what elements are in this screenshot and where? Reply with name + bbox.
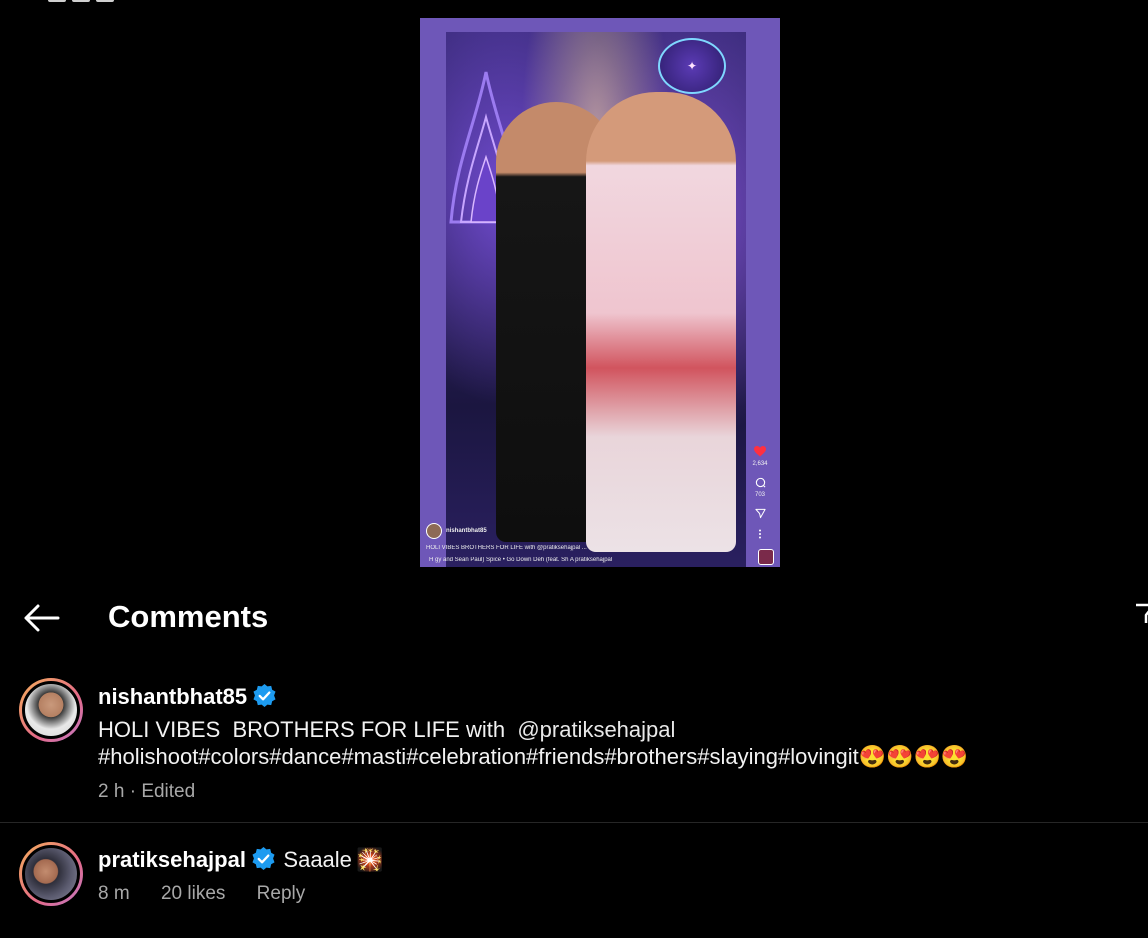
comments-screen: ✦ 2,634 703 nishantbhat85 HOLI VIBES BRO…	[0, 0, 1148, 938]
comment-username[interactable]: nishantbhat85	[98, 684, 247, 709]
mention-link[interactable]: @pratiksehajpal	[517, 717, 675, 742]
reel-author-avatar[interactable]	[426, 523, 442, 539]
page-title: Comments	[108, 599, 269, 634]
comment-time: 2 h	[98, 781, 125, 802]
reel-preview[interactable]: ✦ 2,634 703 nishantbhat85 HOLI VIBES BRO…	[420, 18, 780, 567]
reel-info: nishantbhat85 HOLI VIBES BROTHERS FOR LI…	[426, 523, 706, 563]
reel-actions: 2,634 703	[746, 446, 774, 539]
reel-author-name[interactable]: nishantbhat85	[446, 528, 487, 534]
back-arrow-icon[interactable]	[22, 603, 62, 633]
reel-music[interactable]: H gy and Sean Paul) Spice • Go Down Deh …	[426, 557, 706, 563]
share-icon[interactable]	[754, 508, 766, 519]
audio-thumbnail[interactable]	[758, 549, 774, 565]
comment-emoji: 🎇	[356, 847, 384, 872]
comment-hashtags[interactable]: #holishoot#colors#dance#masti#celebratio…	[98, 744, 859, 769]
avatar-image	[22, 681, 80, 739]
divider	[0, 822, 1148, 823]
reel-caption[interactable]: HOLI VIBES BROTHERS FOR LIFE with @prati…	[426, 545, 706, 551]
heart-icon[interactable]	[754, 446, 766, 457]
verified-badge-icon	[253, 684, 276, 707]
edited-label: Edited	[141, 781, 196, 802]
filter-icon[interactable]	[1134, 603, 1148, 623]
comment-likes[interactable]: 20 likes	[161, 883, 225, 904]
comment-emojis: 😍😍😍😍	[858, 744, 969, 769]
more-options-icon[interactable]	[758, 529, 762, 539]
comment-body: nishantbhat85 HOLI VIBES BROTHERS FOR LI…	[98, 684, 968, 803]
reel-like-count: 2,634	[752, 461, 768, 467]
comment-username[interactable]: pratiksehajpal	[98, 847, 246, 872]
avatar-image	[22, 845, 80, 903]
reel-author[interactable]: nishantbhat85	[426, 523, 706, 539]
status-bar-remnant	[48, 0, 114, 2]
comments-header: Comments	[0, 585, 1148, 651]
comment-text: HOLI VIBES BROTHERS FOR LIFE with	[98, 717, 518, 742]
comment-icon[interactable]	[755, 477, 766, 488]
verified-badge-icon	[252, 847, 275, 870]
reel-video-frame[interactable]: ✦	[446, 32, 746, 567]
meta-separator: ·	[129, 781, 137, 802]
avatar[interactable]	[19, 842, 83, 906]
avatar[interactable]	[19, 678, 83, 742]
person-right	[586, 92, 736, 552]
comment-body: pratiksehajpal Saaale 🎇 8 m 20 likes Rep…	[98, 846, 384, 905]
reply-button[interactable]: Reply	[257, 883, 306, 904]
reel-comment-count: 703	[754, 492, 765, 498]
comment-time: 8 m	[98, 883, 130, 904]
show-logo: ✦	[658, 38, 726, 94]
comment-text: Saaale	[283, 847, 352, 872]
